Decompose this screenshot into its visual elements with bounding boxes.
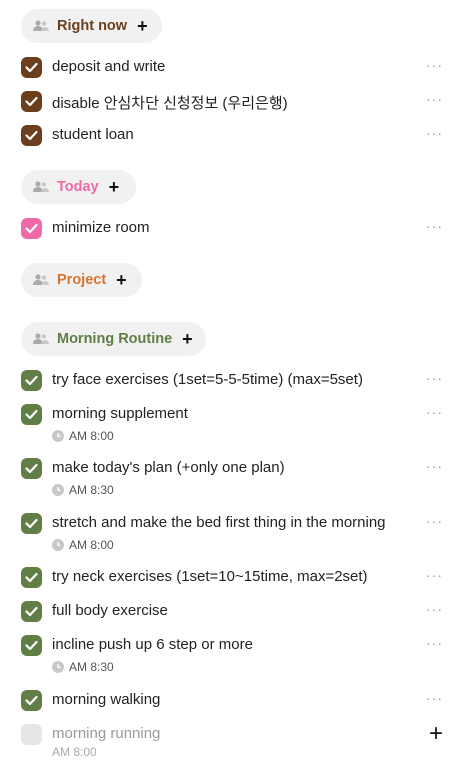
task-time: AM 8:00 [52,745,97,759]
task-label: morning supplement [52,405,188,422]
task-time: AM 8:00 [52,429,114,443]
checkbox[interactable] [21,404,42,425]
section-morning-routine[interactable]: Morning Routine + [21,322,206,356]
checkbox[interactable] [21,458,42,479]
more-options-icon[interactable]: ··· [426,690,443,706]
task-time: AM 8:00 [52,538,114,552]
checkbox[interactable] [21,690,42,711]
checkbox[interactable] [21,91,42,112]
more-options-icon[interactable]: ··· [426,567,443,583]
task-label: incline push up 6 step or more [52,636,253,653]
section-project[interactable]: Project + [21,263,142,297]
section-today[interactable]: Today + [21,170,136,204]
checkbox[interactable] [21,370,42,391]
checkbox[interactable] [21,601,42,622]
task-label: make today's plan (+only one plan) [52,459,285,476]
people-icon [33,274,49,285]
time-label: AM 8:30 [69,483,114,497]
task-time: AM 8:30 [52,660,114,674]
add-task-button[interactable]: + [109,178,120,196]
time-label: AM 8:30 [69,660,114,674]
add-task-button[interactable]: + [182,330,193,348]
section-right-now[interactable]: Right now + [21,9,162,43]
more-options-icon[interactable]: ··· [426,513,443,529]
checkbox[interactable] [21,724,42,745]
checkbox[interactable] [21,125,42,146]
add-task-button[interactable]: + [429,722,443,746]
section-title: Project [57,272,107,288]
people-icon [33,333,49,344]
more-options-icon[interactable]: ··· [426,635,443,651]
task-label: deposit and write [52,58,166,75]
task-label: morning running [52,725,161,742]
section-title: Today [57,179,99,195]
task-label: try neck exercises (1set=10~15time, max=… [52,568,368,585]
task-time: AM 8:30 [52,483,114,497]
clock-icon [52,539,64,551]
task-label: morning walking [52,691,161,708]
time-label: AM 8:00 [52,745,97,759]
task-label: full body exercise [52,602,168,619]
task-label: stretch and make the bed first thing in … [52,514,386,531]
task-label: minimize room [52,219,150,236]
more-options-icon[interactable]: ··· [426,370,443,386]
people-icon [33,181,49,192]
add-task-button[interactable]: + [116,271,127,289]
task-label: try face exercises (1set=5-5-5time) (max… [52,371,363,388]
task-label: student loan [52,126,134,143]
checkbox[interactable] [21,218,42,239]
checkbox[interactable] [21,635,42,656]
clock-icon [52,430,64,442]
more-options-icon[interactable]: ··· [426,218,443,234]
more-options-icon[interactable]: ··· [426,57,443,73]
add-task-button[interactable]: + [137,17,148,35]
section-title: Right now [57,18,128,34]
more-options-icon[interactable]: ··· [426,125,443,141]
clock-icon [52,661,64,673]
time-label: AM 8:00 [69,538,114,552]
checkbox[interactable] [21,57,42,78]
clock-icon [52,484,64,496]
more-options-icon[interactable]: ··· [426,458,443,474]
time-label: AM 8:00 [69,429,114,443]
more-options-icon[interactable]: ··· [426,404,443,420]
checkbox[interactable] [21,567,42,588]
section-title: Morning Routine [57,331,173,347]
more-options-icon[interactable]: ··· [426,601,443,617]
checkbox[interactable] [21,513,42,534]
task-label: disable 안심차단 신청정보 (우리은행) [52,95,288,112]
people-icon [33,20,49,31]
more-options-icon[interactable]: ··· [426,91,443,107]
